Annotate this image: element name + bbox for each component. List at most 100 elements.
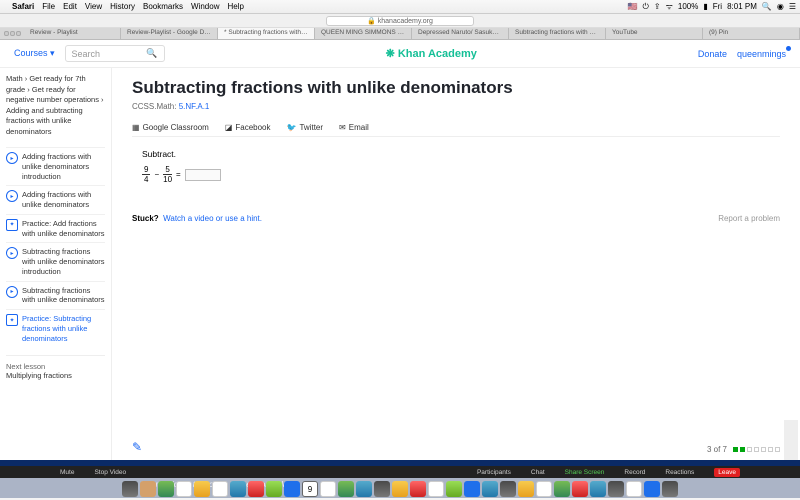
sidebar-item-add[interactable]: ▸Adding fractions with unlike denominato…	[6, 185, 105, 214]
zoom-mute[interactable]: Mute	[60, 469, 74, 476]
report-link[interactable]: Report a problem	[718, 214, 780, 223]
prompt-text: Subtract.	[142, 149, 780, 159]
search-input[interactable]: Search🔍	[65, 45, 165, 62]
lesson-sidebar: Math › Get ready for 7th grade › Get rea…	[0, 68, 112, 460]
menu-window[interactable]: Window	[191, 2, 219, 11]
dock-app-icon[interactable]	[590, 481, 606, 497]
dock-app-icon[interactable]	[518, 481, 534, 497]
zoom-participants[interactable]: Participants	[477, 469, 511, 476]
menu-edit[interactable]: Edit	[63, 2, 77, 11]
play-icon: ▸	[6, 247, 18, 259]
tab-gdocs[interactable]: Review-Playlist - Google Docs	[121, 28, 218, 39]
dock-app-icon[interactable]	[644, 481, 660, 497]
share-facebook[interactable]: ◪ Facebook	[225, 123, 271, 132]
tab-khan[interactable]: * Subtracting fractions with unlik...	[218, 28, 315, 39]
search-icon[interactable]: 🔍	[762, 2, 772, 11]
zoom-video[interactable]: Stop Video	[94, 469, 126, 476]
dock-appstore-icon[interactable]	[482, 481, 498, 497]
menu-history[interactable]: History	[110, 2, 135, 11]
tab-pinterest[interactable]: (9) Pin	[703, 28, 800, 39]
next-lesson[interactable]: Next lesson Multiplying fractions	[6, 355, 105, 380]
khan-logo[interactable]: ❋ Khan Academy	[175, 47, 688, 60]
address-bar[interactable]: 🔒 khanacademy.org	[326, 16, 474, 26]
donate-link[interactable]: Donate	[698, 49, 727, 59]
dock-app-icon[interactable]	[374, 481, 390, 497]
dock-app-icon[interactable]	[608, 481, 624, 497]
dock-app-icon[interactable]	[194, 481, 210, 497]
dock-app-icon[interactable]	[356, 481, 372, 497]
zoom-share[interactable]: Share Screen	[565, 469, 605, 476]
tab-review[interactable]: Review - Playlist	[24, 28, 121, 39]
toggle-icon[interactable]: ⏻	[643, 2, 649, 12]
zoom-reactions[interactable]: Reactions	[665, 469, 694, 476]
sidebar-item-sub[interactable]: ▸Subtracting fractions with unlike denom…	[6, 281, 105, 310]
dock-app-icon[interactable]	[500, 481, 516, 497]
dock-app-icon[interactable]	[536, 481, 552, 497]
edit-icon[interactable]: ✎	[132, 440, 142, 454]
notif-icon[interactable]: ☰	[789, 2, 796, 11]
traffic-lights[interactable]	[0, 28, 24, 39]
share-classroom[interactable]: ▦ Google Classroom	[132, 123, 209, 132]
dock-app-icon[interactable]	[176, 481, 192, 497]
courses-dropdown[interactable]: Courses ▾	[14, 48, 55, 59]
tab-naruto[interactable]: Depressed Naruto/ Sasuke x Nar...	[412, 28, 509, 39]
sidebar-item-practice-sub[interactable]: ✦Practice: Subtracting fractions with un…	[6, 309, 105, 347]
hint-link[interactable]: Watch a video or use a hint.	[163, 214, 262, 223]
dock-safari-icon[interactable]	[230, 481, 246, 497]
dock-app-icon[interactable]	[284, 481, 300, 497]
sidebar-item-sub-intro[interactable]: ▸Subtracting fractions with unlike denom…	[6, 242, 105, 280]
answer-input[interactable]	[185, 169, 221, 181]
dock-app-icon[interactable]	[248, 481, 264, 497]
dock-app-icon[interactable]	[554, 481, 570, 497]
app-name[interactable]: Safari	[12, 2, 34, 11]
breadcrumb[interactable]: Math › Get ready for 7th grade › Get rea…	[6, 74, 105, 137]
dock-finder-icon[interactable]	[122, 481, 138, 497]
wifi-icon[interactable]: ᯤ	[666, 1, 673, 12]
dock-calendar-icon[interactable]	[302, 481, 318, 497]
next-button[interactable]	[784, 420, 798, 460]
dock-app-icon[interactable]	[320, 481, 336, 497]
siri-icon[interactable]: ◉	[777, 2, 784, 11]
play-icon: ▸	[6, 152, 18, 164]
dock-app-icon[interactable]	[392, 481, 408, 497]
practice-icon: ✦	[6, 314, 18, 326]
menu-view[interactable]: View	[85, 2, 102, 11]
minus-op: −	[154, 170, 159, 179]
dock-app-icon[interactable]	[212, 481, 228, 497]
tab-khan2[interactable]: Subtracting fractions with unlik...	[509, 28, 606, 39]
dock-app-icon[interactable]	[428, 481, 444, 497]
ccss-link[interactable]: 5.NF.A.1	[179, 102, 210, 111]
wifi-icon[interactable]: ⇪	[654, 2, 661, 11]
search-icon: 🔍	[146, 48, 157, 59]
sidebar-item-practice-add[interactable]: ✦Practice: Add fractions with unlike den…	[6, 214, 105, 243]
menu-bookmarks[interactable]: Bookmarks	[143, 2, 183, 11]
main-content: Subtracting fractions with unlike denomi…	[112, 68, 800, 460]
dock-app-icon[interactable]	[626, 481, 642, 497]
zoom-leave[interactable]: Leave	[714, 468, 740, 477]
dock-app-icon[interactable]	[410, 481, 426, 497]
zoom-chat[interactable]: Chat	[531, 469, 545, 476]
dock-app-icon[interactable]	[446, 481, 462, 497]
menu-help[interactable]: Help	[227, 2, 243, 11]
sidebar-item-add-intro[interactable]: ▸Adding fractions with unlike denominato…	[6, 147, 105, 185]
dock-messages-icon[interactable]	[266, 481, 282, 497]
dock-app-icon[interactable]	[464, 481, 480, 497]
browser-tabs: Review - Playlist Review-Playlist - Goog…	[0, 28, 800, 40]
tab-youtube[interactable]: YouTube	[606, 28, 703, 39]
user-menu[interactable]: queenmings	[737, 49, 786, 59]
site-header: Courses ▾ Search🔍 ❋ Khan Academy Donate …	[0, 40, 800, 68]
play-icon: ▸	[6, 286, 18, 298]
zoom-controls: Mute Stop Video Participants Chat Share …	[0, 466, 800, 478]
dock-app-icon[interactable]	[158, 481, 174, 497]
share-twitter[interactable]: 🐦 Twitter	[287, 123, 324, 132]
practice-icon: ✦	[6, 219, 18, 231]
dock-trash-icon[interactable]	[662, 481, 678, 497]
share-email[interactable]: ✉ Email	[339, 123, 369, 132]
clock-day: Fri	[713, 2, 722, 11]
dock-app-icon[interactable]	[338, 481, 354, 497]
tab-queen[interactable]: QUEEN MING SIMMONS - 23-7...	[315, 28, 412, 39]
menu-file[interactable]: File	[42, 2, 55, 11]
dock-app-icon[interactable]	[572, 481, 588, 497]
dock-app-icon[interactable]	[140, 481, 156, 497]
zoom-record[interactable]: Record	[624, 469, 645, 476]
